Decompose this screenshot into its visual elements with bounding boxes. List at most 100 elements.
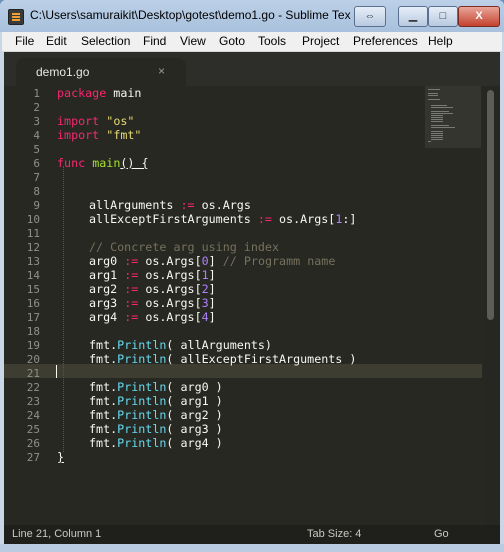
code-line-3: import "os" (57, 114, 134, 128)
line-number: 8 (33, 185, 40, 198)
code-line-10: allExceptFirstArguments := os.Args[1:] (89, 212, 356, 226)
line-number: 20 (26, 353, 40, 366)
minimap-line (428, 141, 431, 142)
minimap-line (431, 137, 443, 138)
code-token: fmt. (89, 338, 118, 352)
code-token: allArguments (89, 198, 174, 212)
title-bar[interactable]: C:\Users\samuraikit\Desktop\gotest\demo1… (0, 0, 504, 32)
line-number: 9 (33, 199, 40, 212)
vertical-scrollbar[interactable] (484, 86, 498, 525)
cursor-position: Line 21, Column 1 (12, 528, 102, 540)
scrollbar-thumb[interactable] (487, 90, 494, 320)
tab-size-setting[interactable]: Tab Size: 4 (307, 528, 361, 540)
code-token: ] (208, 268, 216, 282)
line-number: 12 (26, 241, 40, 254)
code-line-13: arg0 := os.Args[0] // Programm name (89, 254, 335, 268)
code-line-6: func main() { (57, 156, 149, 170)
code-token: ( arg0 ) (166, 380, 223, 394)
minimap-line (431, 125, 449, 126)
code-token: ] (208, 296, 216, 310)
number-token: 4 (201, 310, 209, 324)
menu-view[interactable]: View (180, 34, 206, 48)
line-number: 27 (26, 451, 40, 464)
function-call-token: Println (117, 338, 167, 352)
code-line-12: // Concrete arg using index (89, 240, 279, 254)
code-editor[interactable]: 1 2 3 4 5 6 7 8 9 10 11 12 13 14 15 16 1… (4, 86, 500, 525)
code-token: os.Args[ (138, 296, 202, 310)
editor-frame: demo1.go × 1 2 3 4 5 6 7 8 9 10 11 12 13 (4, 52, 500, 544)
code-line-23: fmt.Println( arg1 ) (89, 394, 223, 408)
window-frame-bottom (0, 544, 504, 552)
code-token: ] (208, 310, 216, 324)
code-line-27: } (57, 450, 64, 464)
minimap-line (431, 105, 447, 106)
code-token: ( arg2 ) (166, 408, 223, 422)
line-number: 4 (33, 129, 40, 142)
keyword-token: package (57, 86, 107, 100)
minimap-line (431, 117, 443, 118)
operator-token: := (124, 296, 139, 310)
minimap-line (431, 111, 449, 112)
tab-close-icon[interactable]: × (158, 64, 165, 78)
operator-token: := (180, 198, 195, 212)
menu-help[interactable]: Help (428, 34, 453, 48)
drag-handle-icon[interactable]: ⇔ (354, 6, 386, 27)
code-token: os.Args[ (271, 212, 336, 226)
minimap-line (428, 99, 440, 100)
minimize-button[interactable]: ▁ (398, 6, 428, 27)
operator-token: := (257, 212, 272, 226)
line-number: 14 (26, 269, 40, 282)
code-line-15: arg2 := os.Args[2] (89, 282, 216, 296)
line-number: 2 (33, 101, 40, 114)
line-number: 13 (26, 255, 40, 268)
line-number: 22 (26, 381, 40, 394)
line-number: 11 (26, 227, 40, 240)
minimap[interactable] (425, 86, 481, 148)
tab-label: demo1.go (36, 65, 90, 79)
menu-bar: File Edit Selection Find View Goto Tools… (2, 32, 502, 52)
minimap-line (431, 115, 443, 116)
menu-project[interactable]: Project (302, 34, 339, 48)
tab-demo1-go[interactable]: demo1.go × (16, 58, 186, 86)
maximize-button[interactable]: □ (428, 6, 458, 27)
code-token: main (106, 86, 142, 100)
code-token: ( allArguments) (166, 338, 272, 352)
code-token: ] (208, 282, 216, 296)
function-call-token: Println (117, 436, 167, 450)
function-call-token: Println (117, 352, 167, 366)
status-bar: Line 21, Column 1 Tab Size: 4 Go (4, 525, 500, 544)
text-cursor (56, 365, 57, 378)
code-token: os.Args[ (138, 282, 202, 296)
code-line-25: fmt.Println( arg3 ) (89, 422, 223, 436)
string-token: "fmt" (106, 128, 142, 142)
menu-file[interactable]: File (15, 34, 34, 48)
number-token: 0 (201, 254, 209, 268)
menu-edit[interactable]: Edit (46, 34, 67, 48)
menu-selection[interactable]: Selection (81, 34, 130, 48)
minimap-line (428, 89, 440, 90)
comment-token: // Concrete arg using index (89, 240, 279, 254)
line-number: 26 (26, 437, 40, 450)
window-title: C:\Users\samuraikit\Desktop\gotest\demo1… (30, 8, 351, 22)
comment-token: // Programm name (222, 254, 336, 268)
close-button[interactable]: X (458, 6, 500, 27)
operator-token: := (124, 268, 139, 282)
menu-find[interactable]: Find (143, 34, 166, 48)
line-number: 1 (33, 87, 40, 100)
menu-goto[interactable]: Goto (219, 34, 245, 48)
function-call-token: Println (117, 408, 167, 422)
minimap-line (428, 93, 438, 94)
current-line-highlight (4, 364, 482, 378)
operator-token: := (124, 310, 139, 324)
code-token: arg4 (89, 310, 118, 324)
code-line-14: arg1 := os.Args[1] (89, 268, 216, 282)
syntax-mode[interactable]: Go (434, 528, 449, 540)
minimap-line (431, 121, 443, 122)
line-number: 23 (26, 395, 40, 408)
menu-preferences[interactable]: Preferences (353, 34, 418, 48)
code-token: ( arg3 ) (166, 422, 223, 436)
string-token: "os" (106, 114, 135, 128)
code-line-4: import "fmt" (57, 128, 141, 142)
menu-tools[interactable]: Tools (258, 34, 286, 48)
minimap-line (428, 95, 438, 96)
